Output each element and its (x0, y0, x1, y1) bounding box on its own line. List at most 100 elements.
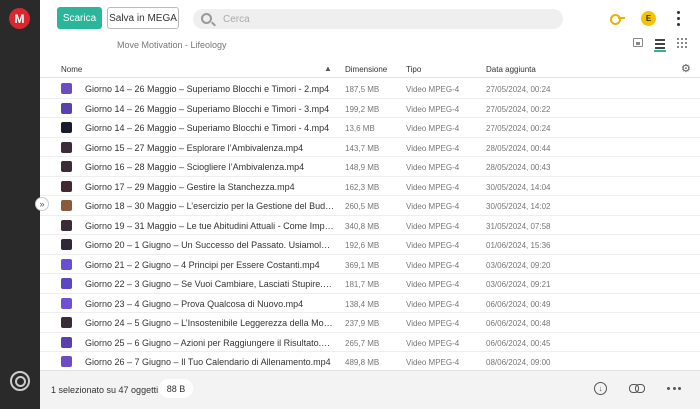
column-type[interactable]: Tipo (406, 65, 421, 74)
column-date[interactable]: Data aggiunta (486, 65, 536, 74)
file-size: 237,9 MB (345, 319, 380, 328)
video-thumbnail-icon (61, 200, 72, 211)
table-row[interactable]: Giorno 17 – 29 Maggio – Gestire la Stanc… (40, 177, 700, 196)
menu-dots-icon[interactable] (674, 11, 682, 26)
file-date: 01/06/2024, 15:36 (486, 241, 551, 250)
file-date: 27/05/2024, 00:24 (486, 124, 551, 133)
file-size: 181,7 MB (345, 280, 380, 289)
file-date: 06/06/2024, 00:49 (486, 299, 551, 309)
column-size[interactable]: Dimensione (345, 65, 387, 74)
video-thumbnail-icon (61, 278, 72, 289)
table-row[interactable]: Giorno 21 – 2 Giugno – 4 Principi per Es… (40, 255, 700, 274)
video-thumbnail-icon (61, 141, 72, 153)
file-date: 31/05/2024, 07:58 (486, 221, 551, 231)
video-thumbnail-icon (61, 239, 72, 250)
file-size: 192,6 MB (345, 241, 380, 250)
column-name[interactable]: Nome (61, 65, 82, 74)
file-type: Video MPEG-4 (406, 338, 460, 348)
mega-logo-icon[interactable]: M (9, 8, 30, 29)
table-row[interactable]: Giorno 14 – 26 Maggio – Superiamo Blocch… (40, 99, 700, 118)
file-size: 162,3 MB (345, 182, 380, 192)
file-date: 03/06/2024, 09:20 (486, 260, 551, 270)
file-type: Video MPEG-4 (406, 104, 460, 114)
more-options-icon[interactable] (667, 387, 681, 390)
file-date: 06/06/2024, 00:45 (486, 338, 551, 348)
table-row[interactable]: Giorno 26 – 7 Giugno – Il Tuo Calendario… (40, 352, 700, 372)
file-size: 265,7 MB (345, 338, 380, 348)
table-row[interactable]: Giorno 22 – 3 Giugno – Se Vuoi Cambiare,… (40, 274, 700, 294)
video-thumbnail-icon (61, 297, 72, 309)
key-icon[interactable] (610, 12, 625, 25)
top-bar: Scarica Salva in MEGA E Move Motivation … (40, 0, 700, 60)
download-icon[interactable]: ↓ (594, 382, 607, 395)
list-view-icon[interactable] (654, 37, 666, 52)
video-thumbnail-icon (61, 83, 72, 94)
video-thumbnail-icon (61, 122, 72, 133)
file-list: Giorno 14 – 26 Maggio – Superiamo Blocch… (40, 79, 700, 372)
file-name: Giorno 26 – 7 Giugno – Il Tuo Calendario… (85, 357, 331, 367)
file-date: 28/05/2024, 00:43 (486, 163, 551, 172)
gallery-view-icon[interactable] (633, 38, 643, 47)
file-date: 30/05/2024, 14:02 (486, 202, 551, 211)
file-date: 08/06/2024, 09:00 (486, 358, 551, 367)
video-thumbnail-icon (61, 317, 72, 328)
file-name: Giorno 16 – 28 Maggio – Sciogliere l’Amb… (85, 162, 305, 172)
avatar[interactable]: E (641, 11, 656, 26)
file-type: Video MPEG-4 (406, 163, 460, 172)
file-name: Giorno 25 – 6 Giugno – Azioni per Raggiu… (85, 337, 335, 348)
file-name: Giorno 15 – 27 Maggio – Esplorare l’Ambi… (85, 142, 304, 153)
table-row[interactable]: Giorno 14 – 26 Maggio – Superiamo Blocch… (40, 79, 700, 99)
file-type: Video MPEG-4 (406, 280, 460, 289)
video-thumbnail-icon (61, 336, 72, 348)
sort-ascending-icon[interactable]: ▲ (324, 64, 332, 73)
file-size: 260,5 MB (345, 202, 380, 211)
video-thumbnail-icon (61, 180, 72, 192)
file-type: Video MPEG-4 (406, 319, 460, 328)
table-row[interactable]: Giorno 19 – 31 Maggio – Le tue Abitudini… (40, 216, 700, 235)
download-button[interactable]: Scarica (57, 7, 102, 29)
transfers-icon[interactable] (10, 371, 30, 391)
table-row[interactable]: Giorno 24 – 5 Giugno – L’Insostenibile L… (40, 313, 700, 333)
breadcrumb: Move Motivation - Lifeology (117, 40, 227, 50)
video-thumbnail-icon (61, 219, 72, 231)
file-date: 30/05/2024, 14:04 (486, 182, 551, 192)
file-name: Giorno 20 – 1 Giugno – Un Successo del P… (85, 240, 335, 250)
search-input[interactable] (223, 11, 543, 27)
file-name: Giorno 22 – 3 Giugno – Se Vuoi Cambiare,… (85, 279, 335, 289)
file-name: Giorno 14 – 26 Maggio – Superiamo Blocch… (85, 123, 330, 133)
table-row[interactable]: Giorno 20 – 1 Giugno – Un Successo del P… (40, 235, 700, 255)
table-row[interactable]: Giorno 23 – 4 Giugno – Prova Qualcosa di… (40, 294, 700, 313)
file-size: 199,2 MB (345, 104, 380, 114)
link-icon[interactable] (629, 383, 645, 393)
search-bar[interactable] (193, 9, 563, 29)
expand-sidebar-icon[interactable]: » (35, 197, 49, 211)
file-name: Giorno 19 – 31 Maggio – Le tue Abitudini… (85, 220, 335, 231)
file-name: Giorno 21 – 2 Giugno – 4 Principi per Es… (85, 259, 320, 270)
table-row[interactable]: Giorno 16 – 28 Maggio – Sciogliere l’Amb… (40, 157, 700, 177)
column-settings-icon[interactable]: ⚙ (681, 63, 693, 75)
table-row[interactable]: Giorno 18 – 30 Maggio – L’esercizio per … (40, 196, 700, 216)
file-name: Giorno 14 – 26 Maggio – Superiamo Blocch… (85, 103, 330, 114)
video-thumbnail-icon (61, 356, 72, 367)
file-size: 369,1 MB (345, 260, 380, 270)
file-name: Giorno 18 – 30 Maggio – L’esercizio per … (85, 201, 335, 211)
file-name: Giorno 23 – 4 Giugno – Prova Qualcosa di… (85, 298, 304, 309)
table-row[interactable]: Giorno 25 – 6 Giugno – Azioni per Raggiu… (40, 333, 700, 352)
file-type: Video MPEG-4 (406, 299, 460, 309)
left-rail: M (0, 0, 40, 409)
file-size: 13,6 MB (345, 124, 375, 133)
file-type: Video MPEG-4 (406, 202, 460, 211)
file-type: Video MPEG-4 (406, 241, 460, 250)
save-to-mega-button[interactable]: Salva in MEGA (107, 7, 179, 29)
video-thumbnail-icon (61, 102, 72, 114)
file-date: 03/06/2024, 09:21 (486, 280, 551, 289)
video-thumbnail-icon (61, 258, 72, 270)
file-name: Giorno 14 – 26 Maggio – Superiamo Blocch… (85, 84, 330, 94)
grid-view-icon[interactable] (677, 38, 687, 48)
table-row[interactable]: Giorno 15 – 27 Maggio – Esplorare l’Ambi… (40, 138, 700, 157)
file-date: 27/05/2024, 00:24 (486, 85, 551, 94)
file-type: Video MPEG-4 (406, 124, 460, 133)
file-size: 340,8 MB (345, 221, 380, 231)
table-row[interactable]: Giorno 14 – 26 Maggio – Superiamo Blocch… (40, 118, 700, 138)
file-date: 06/06/2024, 00:48 (486, 319, 551, 328)
